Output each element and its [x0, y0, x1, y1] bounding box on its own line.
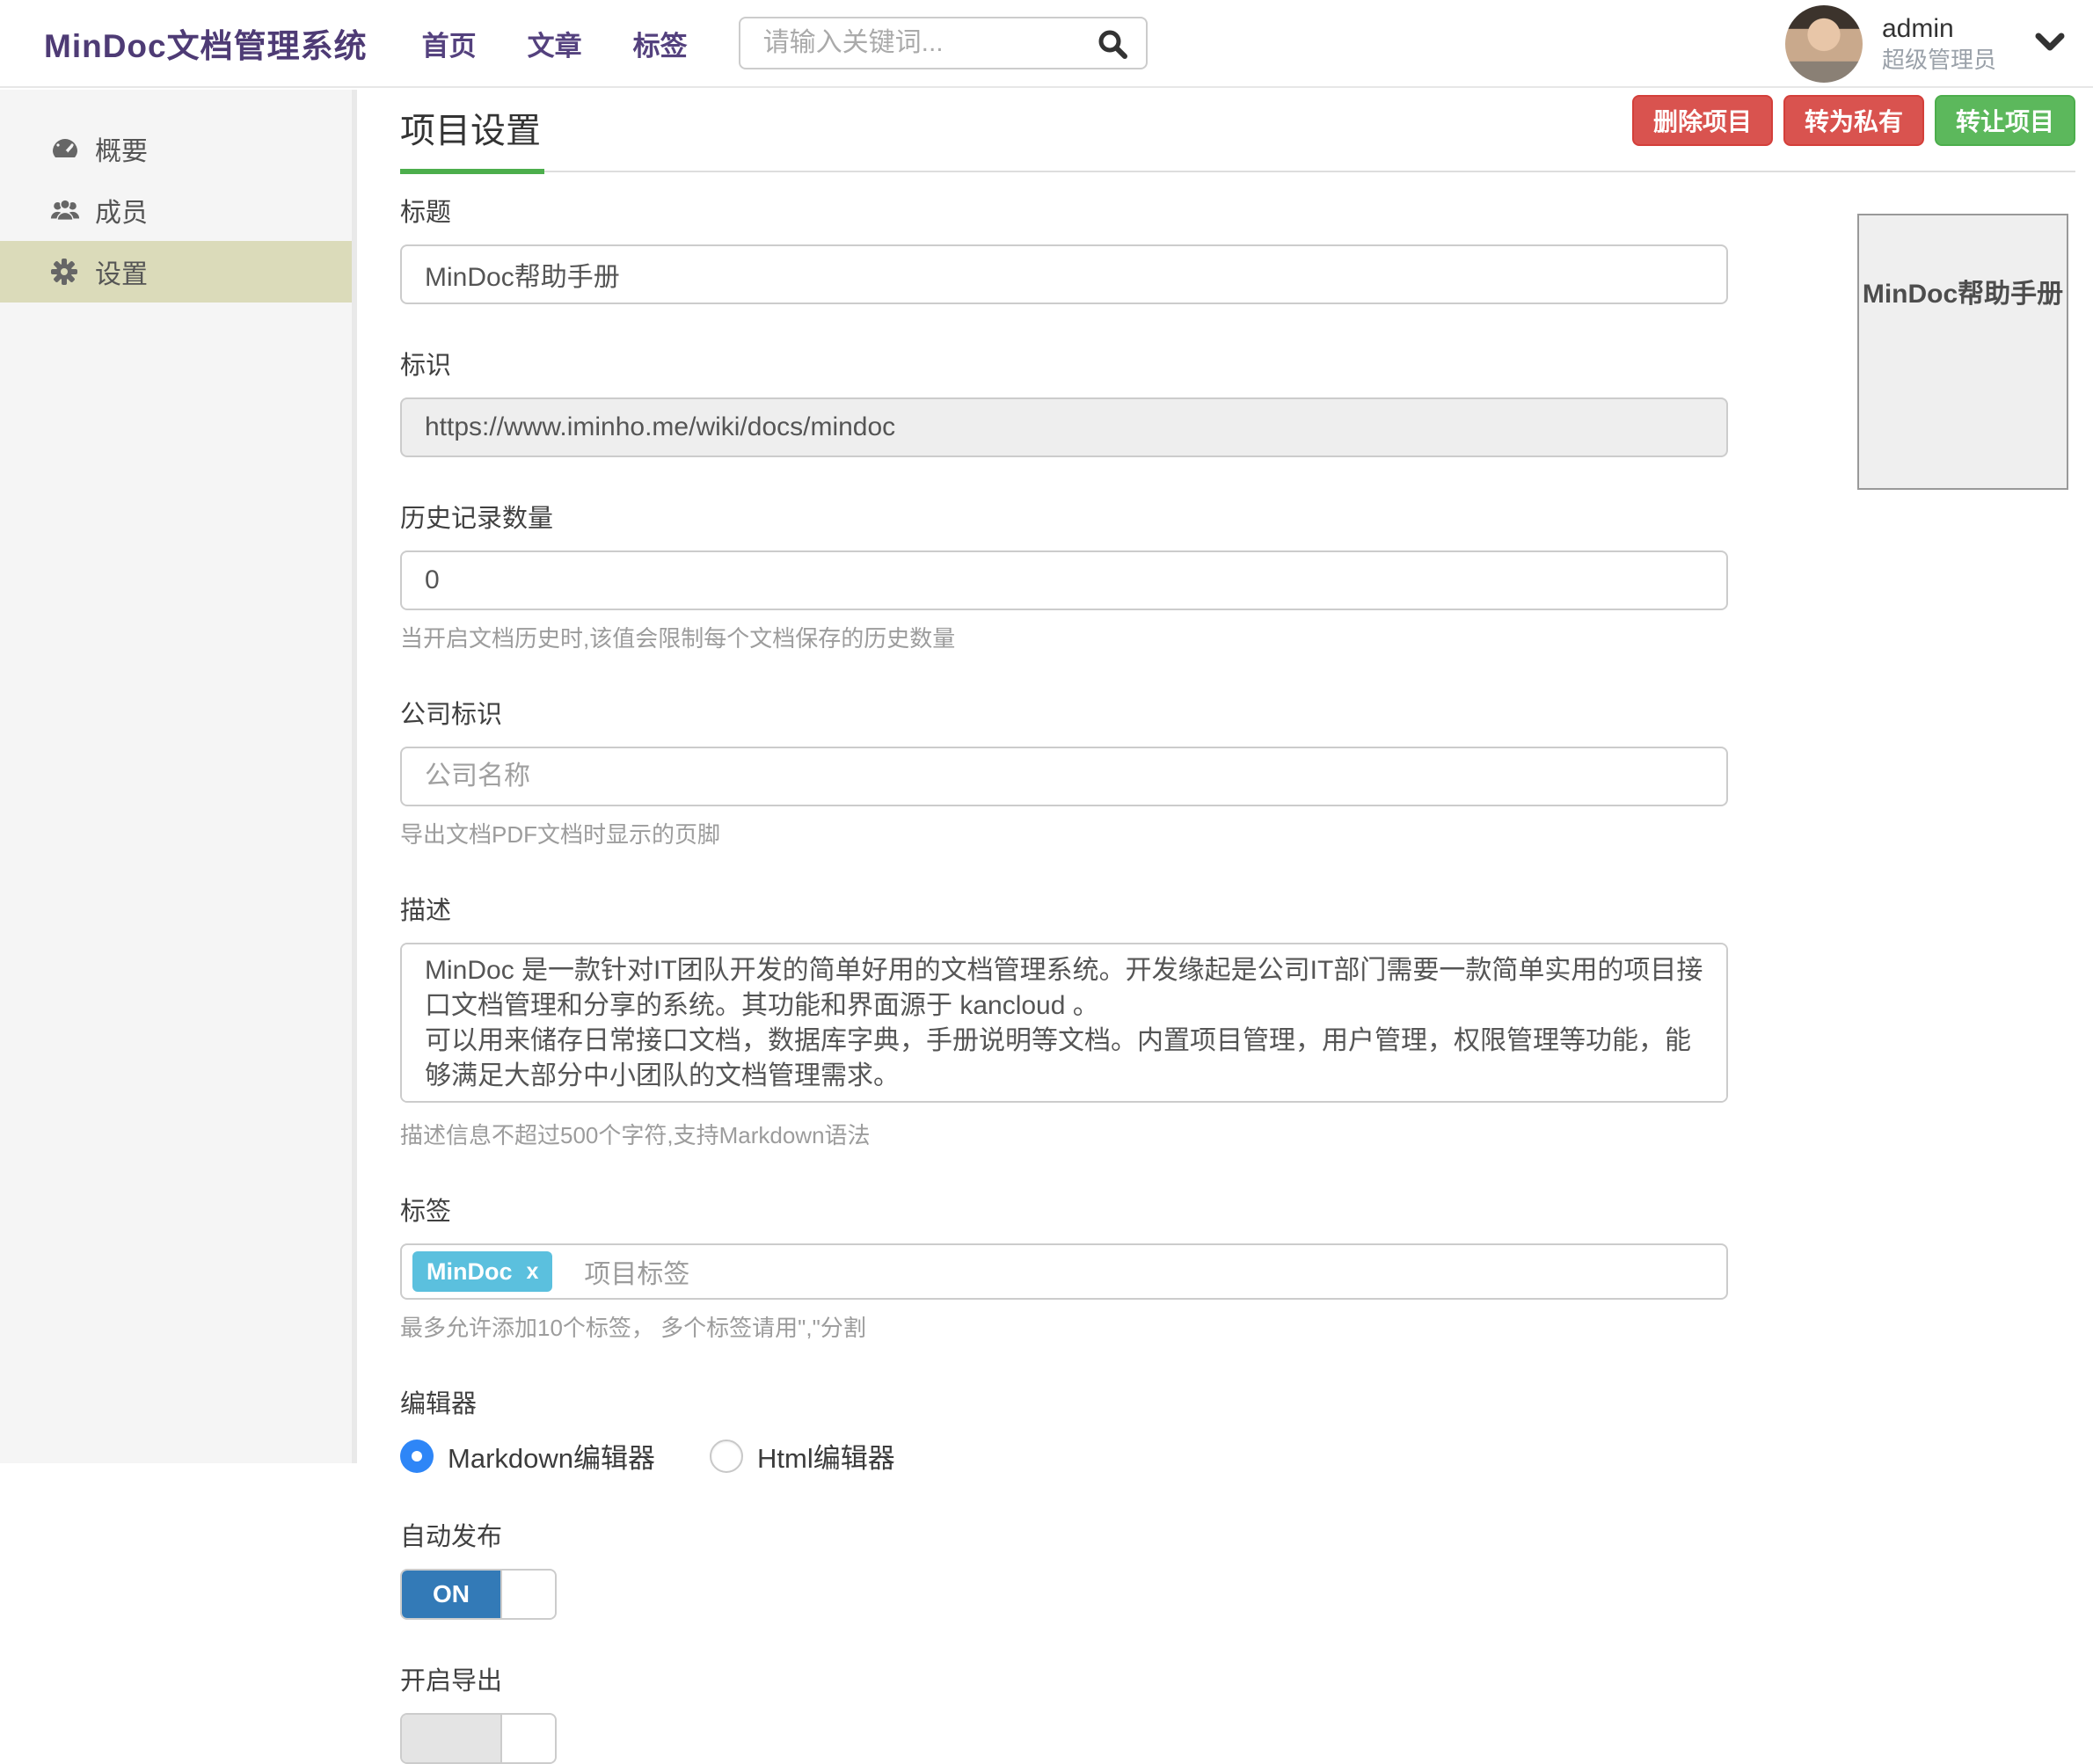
tags-placeholder: 项目标签 — [584, 1252, 689, 1291]
dashboard-icon — [49, 134, 81, 164]
delete-project-button[interactable]: 删除项目 — [1632, 95, 1773, 146]
editor-options: Markdown编辑器 Html编辑器 — [400, 1436, 1728, 1476]
nav-tags[interactable]: 标签 — [633, 24, 688, 63]
users-icon — [49, 195, 81, 225]
company-group: 公司标识 导出文档PDF文档时显示的页脚 — [400, 694, 1728, 849]
auto-publish-group: 自动发布 ON — [400, 1516, 1728, 1620]
top-navbar: MinDoc文档管理系统 首页 文章 标签 admin 超级管理员 — [0, 0, 2093, 88]
project-cover-title: MinDoc帮助手册 — [1859, 272, 2067, 310]
search-input[interactable] — [739, 17, 1148, 69]
description-label: 描述 — [400, 890, 1728, 927]
identify-input — [400, 397, 1728, 457]
toggle-handle[interactable] — [500, 1715, 555, 1762]
title-input[interactable] — [400, 244, 1728, 304]
user-name: admin — [1882, 13, 1996, 45]
title-group: 标题 — [400, 192, 1728, 304]
main-nav: 首页 文章 标签 — [422, 24, 739, 63]
company-input[interactable] — [400, 747, 1728, 806]
transfer-project-button[interactable]: 转让项目 — [1935, 95, 2075, 146]
title-label: 标题 — [400, 192, 1728, 229]
user-menu[interactable]: admin 超级管理员 — [1785, 0, 2068, 88]
radio-markdown-editor[interactable]: Markdown编辑器 — [400, 1436, 655, 1476]
export-group: 开启导出 — [400, 1660, 1728, 1764]
tags-help: 最多允许添加10个标签， 多个标签请用","分割 — [400, 1310, 1728, 1343]
history-help: 当开启文档历史时,该值会限制每个文档保存的历史数量 — [400, 621, 1728, 653]
chevron-down-icon[interactable] — [2031, 29, 2068, 60]
settings-form: 标题 标识 历史记录数量 当开启文档历史时,该值会限制每个文档保存的历史数量 公… — [400, 192, 1728, 1764]
description-help: 描述信息不超过500个字符,支持Markdown语法 — [400, 1118, 1728, 1150]
history-label: 历史记录数量 — [400, 498, 1728, 535]
export-toggle[interactable] — [400, 1713, 557, 1764]
search-icon[interactable] — [1097, 28, 1128, 64]
history-group: 历史记录数量 当开启文档历史时,该值会限制每个文档保存的历史数量 — [400, 498, 1728, 653]
project-cover-preview: MinDoc帮助手册 — [1857, 214, 2068, 490]
company-label: 公司标识 — [400, 694, 1728, 731]
description-group: 描述 MinDoc 是一款针对IT团队开发的简单好用的文档管理系统。开发缘起是公… — [400, 890, 1728, 1150]
tag-text: MinDoc — [427, 1258, 513, 1286]
radio-unchecked-icon[interactable] — [710, 1440, 743, 1473]
identify-group: 标识 — [400, 345, 1728, 457]
toggle-on-segment: ON — [402, 1571, 500, 1618]
tag-pill[interactable]: MinDoc x — [412, 1251, 552, 1292]
project-actions: 删除项目 转为私有 转让项目 — [1622, 95, 2075, 146]
radio-html-editor[interactable]: Html编辑器 — [710, 1436, 895, 1476]
sidebar-item-label: 成员 — [95, 191, 148, 230]
tags-label: 标签 — [400, 1191, 1728, 1228]
project-sidebar: 概要 成员 — [0, 90, 357, 1463]
sidebar-item-overview[interactable]: 概要 — [0, 118, 352, 179]
auto-publish-label: 自动发布 — [400, 1516, 1728, 1553]
identify-label: 标识 — [400, 345, 1728, 382]
history-count-input[interactable] — [400, 550, 1728, 610]
description-textarea[interactable]: MinDoc 是一款针对IT团队开发的简单好用的文档管理系统。开发缘起是公司IT… — [400, 943, 1728, 1103]
tag-remove-icon[interactable]: x — [527, 1259, 539, 1285]
page-header: 项目设置 删除项目 转为私有 转让项目 — [400, 90, 2075, 172]
company-help: 导出文档PDF文档时显示的页脚 — [400, 817, 1728, 849]
search-box — [739, 17, 1148, 69]
export-label: 开启导出 — [400, 1660, 1728, 1697]
sidebar-item-settings[interactable]: 设置 — [0, 241, 352, 303]
user-avatar[interactable] — [1785, 5, 1863, 83]
sidebar-item-members[interactable]: 成员 — [0, 179, 352, 241]
editor-label: 编辑器 — [400, 1383, 1728, 1420]
editor-group: 编辑器 Markdown编辑器 Html编辑器 — [400, 1383, 1728, 1476]
radio-checked-icon[interactable] — [400, 1440, 434, 1473]
app-brand[interactable]: MinDoc文档管理系统 — [44, 19, 368, 67]
auto-publish-toggle[interactable]: ON — [400, 1569, 557, 1620]
page-title: 项目设置 — [400, 95, 544, 174]
toggle-handle[interactable] — [500, 1571, 555, 1618]
tags-input[interactable]: MinDoc x 项目标签 — [400, 1243, 1728, 1300]
tags-group: 标签 MinDoc x 项目标签 最多允许添加10个标签， 多个标签请用","分… — [400, 1191, 1728, 1343]
sidebar-item-label: 概要 — [95, 129, 148, 168]
make-private-button[interactable]: 转为私有 — [1783, 95, 1924, 146]
user-role: 超级管理员 — [1882, 45, 1996, 75]
main-content: 项目设置 删除项目 转为私有 转让项目 标题 标识 历史记录数量 当开启文档历史… — [357, 90, 2093, 1463]
nav-articles[interactable]: 文章 — [528, 24, 582, 63]
sidebar-item-label: 设置 — [95, 252, 148, 291]
gear-icon — [49, 257, 81, 287]
nav-home[interactable]: 首页 — [422, 24, 477, 63]
